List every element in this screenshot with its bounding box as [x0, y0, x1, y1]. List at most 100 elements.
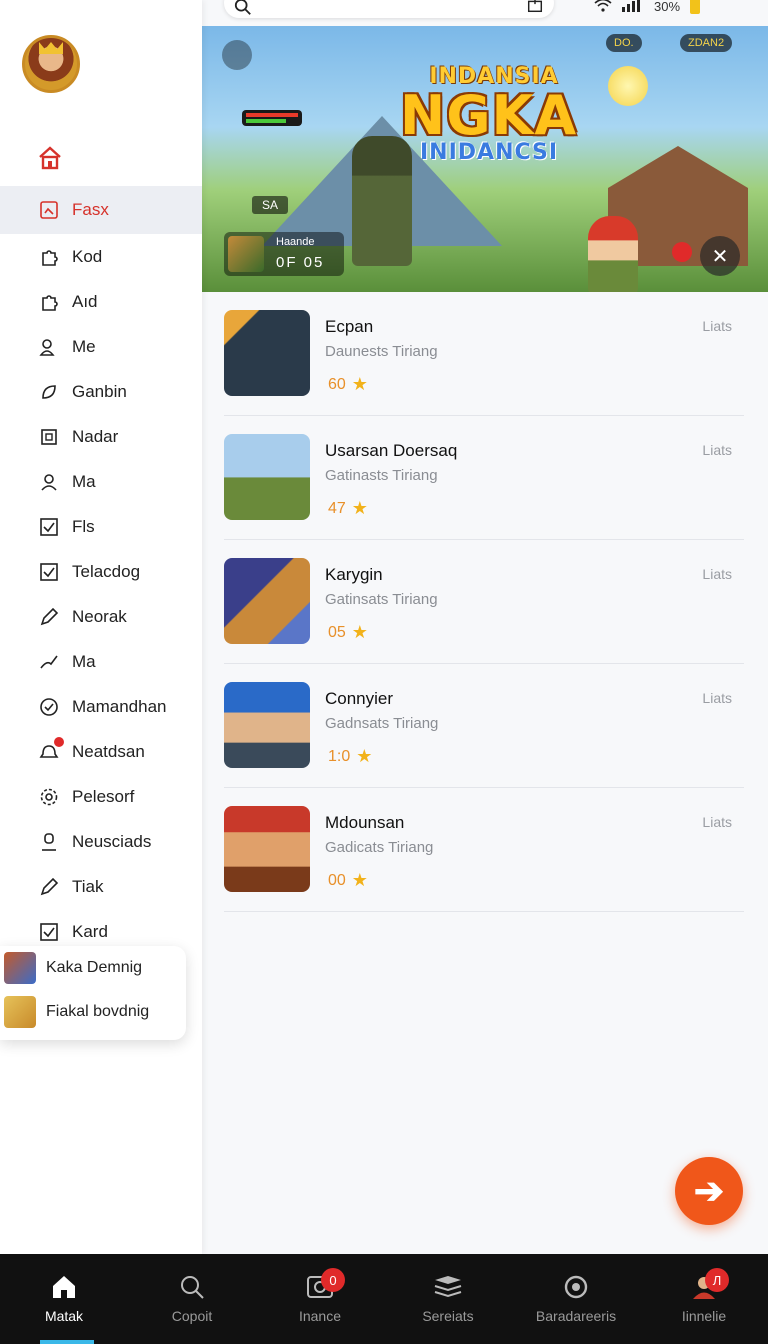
sidebar-item-label: Nadar [72, 426, 119, 446]
list-item[interactable]: Connyier Gadnsats Tiriang 1:0 ★ Liats [224, 664, 744, 788]
game-subtitle: Gatinasts Tiriang [325, 467, 438, 484]
tab-search[interactable]: Copoit [128, 1254, 256, 1344]
sidebar-item[interactable]: Telacdog [0, 549, 202, 594]
game-rating: 00 ★ [328, 870, 368, 891]
pen-icon [38, 606, 60, 628]
share-icon[interactable] [526, 0, 544, 14]
list-item[interactable]: Mdounsan Gadicats Tiriang 00 ★ Liats [224, 788, 744, 912]
sidebar-item[interactable]: Ma [0, 639, 202, 684]
bottom-nav: Matak Copoit 0 Inance Sereiats Baradaree… [0, 1254, 768, 1344]
game-name: Usarsan Doersaq [325, 441, 458, 460]
account-popup: Kaka Demnig Fiakal bovdnig [0, 946, 186, 1040]
sidebar-item-label: Telacdog [72, 561, 141, 581]
next-button[interactable]: ➔ [675, 1157, 743, 1225]
stack-icon [433, 1272, 463, 1302]
game-meta[interactable]: Liats [702, 442, 732, 458]
sidebar-item-label: Aıd [72, 291, 98, 311]
popup-item[interactable]: Kaka Demnig [0, 946, 186, 990]
notification-icon [38, 736, 64, 763]
sidebar-item[interactable]: Fls [0, 504, 202, 549]
tab-series[interactable]: Sereiats [384, 1254, 512, 1344]
game-icon [224, 558, 310, 644]
game-meta[interactable]: Liats [702, 814, 732, 830]
avatar[interactable] [22, 35, 80, 93]
banner-hud-icon [222, 40, 252, 70]
tab-label: Matak [44, 1308, 84, 1324]
tab-profile[interactable]: Л Iinnelie [640, 1254, 768, 1344]
list-item[interactable]: Karygin Gatinsats Tiriang 05 ★ Liats [224, 540, 744, 664]
game-name: Karygin [325, 565, 383, 584]
resource-chip: DO. [606, 34, 642, 52]
sidebar-item-label: Neatdsan [72, 741, 145, 761]
banner-sun [608, 66, 648, 106]
puzzle-icon [38, 246, 60, 268]
health-bar [242, 110, 302, 126]
banner-tag: SA [252, 196, 289, 214]
popup-item-label: Kaka Demnig [46, 959, 143, 976]
game-rating: 05 ★ [328, 622, 368, 643]
people-icon [38, 336, 60, 358]
star-icon: ★ [356, 746, 373, 766]
sidebar-item[interactable]: Neusciads [0, 819, 202, 864]
sidebar-item-label: Neusciads [72, 831, 152, 851]
game-meta[interactable]: Liats [702, 566, 732, 582]
popup-item[interactable]: Fiakal bovdnig [0, 990, 186, 1034]
home-icon[interactable] [37, 145, 63, 171]
sidebar-item-label: Pelesorf [72, 786, 135, 806]
game-meta[interactable]: Liats [702, 690, 732, 706]
game-subtitle: Gadnsats Tiriang [325, 715, 439, 732]
rating-value: 1:0 [328, 747, 351, 765]
sidebar-item[interactable]: Me [0, 324, 202, 369]
sidebar-item[interactable]: Neatdsan [0, 729, 202, 774]
wifi-icon [594, 0, 612, 15]
sidebar-item[interactable]: Ma [0, 459, 202, 504]
account-thumbnail [4, 996, 36, 1028]
sidebar-item[interactable]: Pelesorf [0, 774, 202, 819]
check-square-icon [38, 516, 60, 538]
sidebar-item[interactable]: Fasx [0, 186, 202, 234]
featured-banner[interactable]: INDANSIA NGKA INIDANCSI DO. ZDAN2 SA Haa… [202, 26, 768, 292]
sidebar-item[interactable]: Tiak [0, 864, 202, 909]
game-name: Connyier [325, 689, 394, 708]
game-name: Ecpan [325, 317, 374, 336]
timer-thumbnail [228, 236, 264, 272]
sidebar-item-label: Fasx [72, 200, 109, 219]
person-icon [38, 471, 60, 493]
close-icon[interactable]: ✕ [700, 236, 740, 276]
sidebar-item[interactable]: Aıd [0, 279, 202, 324]
game-rating: 1:0 ★ [328, 746, 372, 767]
puzzle-icon [38, 291, 60, 313]
sidebar-item[interactable]: Ganbin [0, 369, 202, 414]
sidebar: Fasx Kod Aıd Me Ganbin Nadar Ma Fls Telacdog Neor… [0, 0, 202, 1254]
rating-value: 47 [328, 499, 346, 517]
game-icon [224, 806, 310, 892]
star-icon: ★ [351, 622, 368, 642]
list-item[interactable]: Usarsan Doersaq Gatinasts Tiriang 47 ★ Li… [224, 416, 744, 540]
search-icon [234, 0, 251, 15]
tab-label: Inance [298, 1308, 342, 1324]
sidebar-item[interactable]: Nadar [0, 414, 202, 459]
game-subtitle: Daunests Tiriang [325, 343, 438, 360]
sidebar-item[interactable]: Mamandhan [0, 684, 202, 729]
tab-label: Iinnelie [681, 1308, 727, 1324]
notification-badge: 0 [321, 1268, 345, 1292]
sidebar-item[interactable]: Neorak [0, 594, 202, 639]
list-item[interactable]: Ecpan Daunests Tiriang 60 ★ Liats [224, 292, 744, 416]
game-meta[interactable]: Liats [702, 318, 732, 334]
check-square-icon [38, 561, 60, 583]
target-icon [561, 1272, 591, 1302]
notification-badge: Л [705, 1268, 729, 1292]
resource-chip: ZDAN2 [680, 34, 733, 52]
search-bar[interactable] [224, 0, 554, 18]
leaf-icon [38, 381, 60, 403]
battery-icon [690, 0, 701, 14]
user-icon [38, 831, 60, 853]
tab-home[interactable]: Matak [0, 1254, 128, 1344]
tab-inance[interactable]: 0 Inance [256, 1254, 384, 1344]
crown-icon [39, 42, 63, 54]
sidebar-item-label: Fls [72, 516, 95, 536]
tab-discover[interactable]: Baradareeris [512, 1254, 640, 1344]
sidebar-item[interactable]: Kod [0, 234, 202, 279]
tab-label: Baradareeris [535, 1308, 617, 1324]
status-bar: 30% [594, 0, 764, 18]
